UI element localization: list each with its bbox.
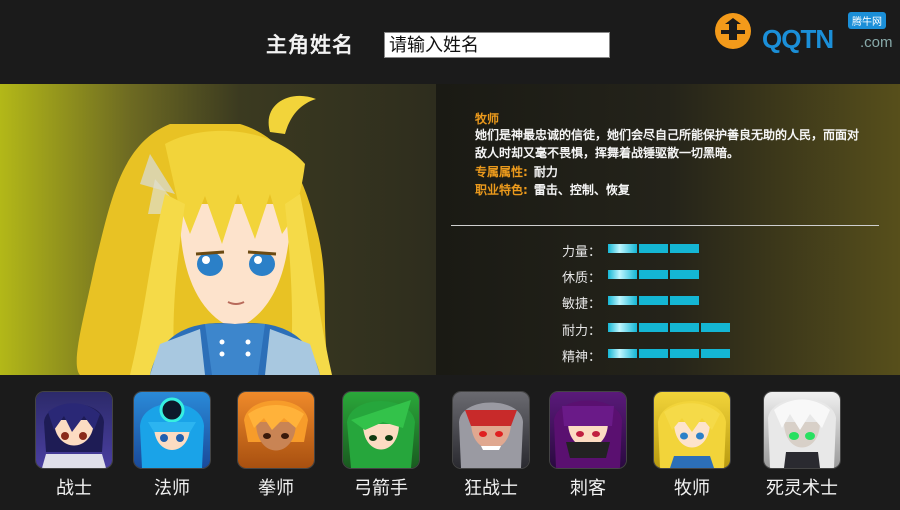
class-name[interactable]: 战士 xyxy=(36,474,112,500)
logo-text: QQTN xyxy=(762,24,834,54)
class-name[interactable]: 死灵术士 xyxy=(750,474,854,500)
boxer-avatar-icon xyxy=(244,400,308,451)
exclusive-attribute-key: 专属属性: xyxy=(475,165,528,179)
stat-bar xyxy=(608,323,730,332)
info-divider xyxy=(451,225,879,226)
class-card-archer[interactable] xyxy=(343,392,419,468)
stat-bar xyxy=(608,244,699,253)
exclusive-attribute-row: 专属属性: 耐力 xyxy=(475,163,558,180)
logo-badge: 腾牛网 xyxy=(848,12,886,29)
stat-label: 精神： xyxy=(562,350,602,365)
exclusive-attribute-value: 耐力 xyxy=(533,165,558,179)
mage-avatar-icon xyxy=(140,397,204,468)
class-feature-row: 职业特色: 雷击、控制、恢复 xyxy=(475,181,630,198)
warrior-avatar-icon xyxy=(42,403,106,468)
stat-label: 敏捷： xyxy=(562,297,602,312)
logo-emblem-icon xyxy=(715,13,751,49)
class-card-mage[interactable] xyxy=(134,392,210,468)
character-portrait-panel xyxy=(0,84,436,375)
priest-avatar-icon xyxy=(658,401,726,468)
stat-label: 耐力： xyxy=(562,324,602,339)
class-name[interactable]: 牧师 xyxy=(654,474,730,500)
stat-bar xyxy=(608,349,730,358)
name-input[interactable] xyxy=(384,32,610,58)
class-card-warrior[interactable] xyxy=(36,392,112,468)
archer-avatar-icon xyxy=(347,400,415,468)
class-card-berserker[interactable] xyxy=(453,392,529,468)
class-name[interactable]: 弓箭手 xyxy=(343,474,419,500)
class-name[interactable]: 刺客 xyxy=(550,474,626,500)
assassin-avatar-icon xyxy=(554,400,622,468)
necromancer-avatar-icon xyxy=(768,398,836,468)
class-name[interactable]: 拳师 xyxy=(238,474,314,500)
class-feature-value: 雷击、控制、恢复 xyxy=(533,183,630,197)
class-card-priest[interactable] xyxy=(654,392,730,468)
stat-label: 休质： xyxy=(562,271,602,286)
stat-label: 力量： xyxy=(562,245,602,260)
class-card-necromancer[interactable] xyxy=(764,392,840,468)
stat-bar xyxy=(608,270,699,279)
class-title: 牧师 xyxy=(475,112,500,126)
name-label: 主角姓名 xyxy=(266,32,354,57)
logo-suffix: .com xyxy=(860,34,893,51)
class-card-assassin[interactable] xyxy=(550,392,626,468)
class-name[interactable]: 法师 xyxy=(134,474,210,500)
priest-portrait-image xyxy=(76,95,332,375)
site-logo: QQTN .com 腾牛网 xyxy=(712,6,900,54)
berserker-avatar-icon xyxy=(459,402,523,468)
stat-bar xyxy=(608,296,699,305)
class-name[interactable]: 狂战士 xyxy=(453,474,529,500)
class-feature-key: 职业特色: xyxy=(475,183,528,197)
class-card-boxer[interactable] xyxy=(238,392,314,468)
class-description: 她们是神最忠诚的信徒，她们会尽自己所能保护善良无助的人民，而面对敌人时却又毫不畏… xyxy=(475,128,860,160)
